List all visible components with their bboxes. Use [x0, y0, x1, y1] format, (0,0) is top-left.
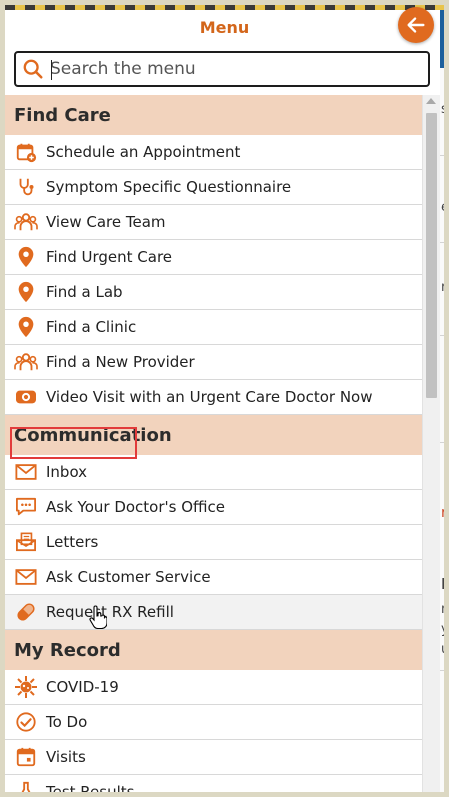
pill-icon [5, 601, 46, 623]
menu-item-video-visit[interactable]: Video Visit with an Urgent Care Doctor N… [5, 380, 422, 415]
menu-item-label: Find a Lab [46, 283, 123, 301]
menu-item-find-lab[interactable]: Find a Lab [5, 275, 422, 310]
background-text: r [441, 505, 447, 521]
menu-item-label: Visits [46, 748, 86, 766]
menu-header: Menu [5, 7, 444, 50]
location-pin-icon [5, 246, 46, 268]
letters-highlight-annotation [10, 427, 137, 459]
menu-item-request-rx-refill[interactable]: Request RX Refill [5, 595, 422, 630]
menu-item-label: Symptom Specific Questionnaire [46, 178, 292, 196]
divider [440, 442, 444, 443]
flask-icon [5, 781, 46, 792]
menu-item-schedule-appointment[interactable]: Schedule an Appointment [5, 135, 422, 170]
search-input[interactable] [50, 59, 410, 79]
background-text: n [441, 602, 449, 617]
search-box[interactable] [14, 51, 430, 87]
background-text: H [441, 575, 444, 593]
menu-title: Menu [199, 18, 250, 37]
menu-panel: Menu Find Care Schedule an Appointment [0, 0, 449, 797]
background-page-fragment: si e re r H n y u [440, 10, 449, 792]
calendar-icon [5, 746, 46, 768]
envelope-icon [5, 568, 46, 586]
scrollbar-thumb[interactable] [426, 113, 437, 398]
team-icon [5, 211, 46, 233]
menu-item-inbox[interactable]: Inbox [5, 455, 422, 490]
menu-item-label: Letters [46, 533, 99, 551]
menu-item-label: To Do [46, 713, 88, 731]
menu-item-label: Video Visit with an Urgent Care Doctor N… [46, 388, 373, 406]
checkmark-clock-icon [5, 711, 46, 733]
menu-item-symptom-questionnaire[interactable]: Symptom Specific Questionnaire [5, 170, 422, 205]
menu-item-label: Ask Customer Service [46, 568, 211, 586]
background-text: y [441, 622, 449, 637]
section-header-find-care: Find Care [5, 95, 422, 135]
background-text: u [441, 642, 449, 657]
menu-item-label: Find a Clinic [46, 318, 137, 336]
menu-item-label: Schedule an Appointment [46, 143, 241, 161]
scroll-up-arrow-icon[interactable] [426, 98, 436, 104]
menu-item-to-do[interactable]: To Do [5, 705, 422, 740]
menu-item-letters[interactable]: Letters [5, 525, 422, 560]
background-text: re [441, 280, 447, 295]
envelope-icon [5, 463, 46, 481]
divider [440, 155, 444, 156]
menu-scrollbar[interactable] [422, 95, 440, 792]
location-pin-icon [5, 281, 46, 303]
menu-item-find-clinic[interactable]: Find a Clinic [5, 310, 422, 345]
section-header-my-record: My Record [5, 630, 422, 670]
background-header-bar [440, 10, 444, 68]
menu-item-label: View Care Team [46, 213, 166, 231]
menu-item-find-new-provider[interactable]: Find a New Provider [5, 345, 422, 380]
menu-item-ask-customer-service[interactable]: Ask Customer Service [5, 560, 422, 595]
virus-icon [5, 675, 46, 699]
menu-item-find-urgent-care[interactable]: Find Urgent Care [5, 240, 422, 275]
menu-item-ask-doctors-office[interactable]: Ask Your Doctor's Office [5, 490, 422, 525]
letter-icon [5, 532, 46, 552]
search-icon [16, 58, 50, 80]
hand-pointer-cursor [89, 605, 108, 633]
menu-item-covid-19[interactable]: COVID-19 [5, 670, 422, 705]
menu-item-label: Test Results [46, 783, 135, 797]
webcam-icon [5, 387, 46, 407]
menu-item-test-results[interactable]: Test Results [5, 775, 422, 797]
background-text: si [441, 102, 448, 117]
location-pin-icon [5, 316, 46, 338]
menu-item-view-care-team[interactable]: View Care Team [5, 205, 422, 240]
text-caret [51, 60, 52, 80]
menu-item-label: Find a New Provider [46, 353, 195, 371]
arrow-left-icon [407, 17, 425, 33]
calendar-add-icon [5, 141, 46, 163]
menu-item-label: Ask Your Doctor's Office [46, 498, 226, 516]
chat-bubble-icon [5, 497, 46, 517]
divider [440, 242, 444, 243]
menu-item-label: COVID-19 [46, 678, 119, 696]
divider [440, 335, 444, 336]
back-button[interactable] [398, 7, 434, 43]
team-icon [5, 351, 46, 373]
menu-item-visits[interactable]: Visits [5, 740, 422, 775]
menu-item-label: Find Urgent Care [46, 248, 173, 266]
menu-item-label: Request RX Refill [46, 603, 174, 621]
background-text: e [441, 200, 449, 215]
menu-item-label: Inbox [46, 463, 88, 481]
divider [440, 670, 444, 671]
stethoscope-icon [5, 176, 46, 198]
